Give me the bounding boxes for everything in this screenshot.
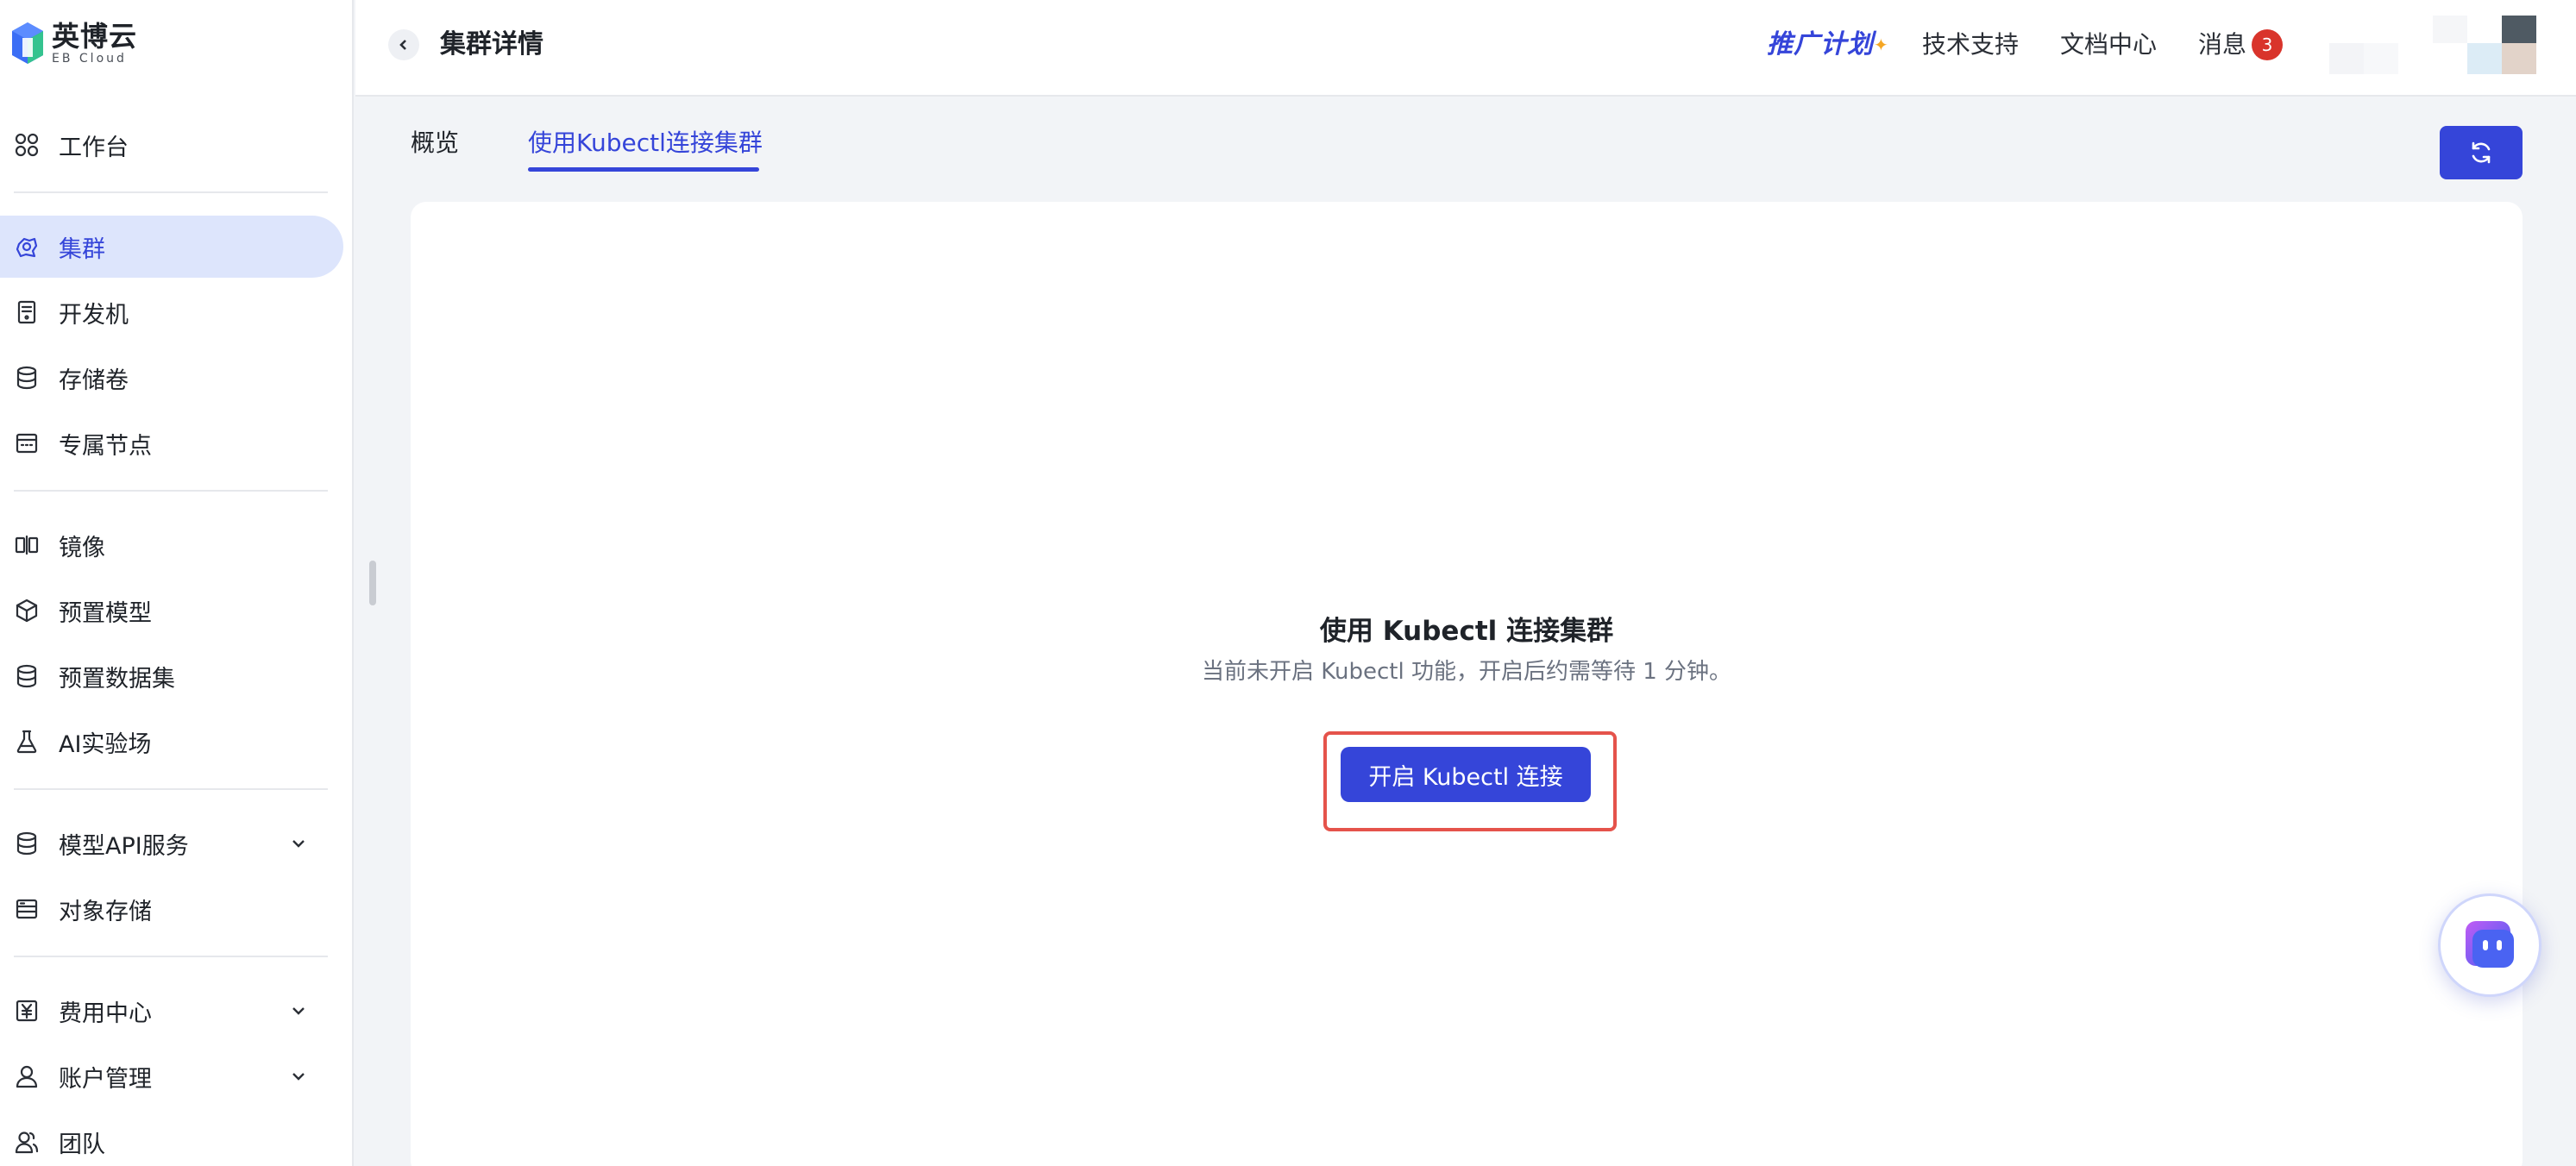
top-header: 集群详情 推广计划✦ 技术支持 文档中心 消息 3	[355, 0, 2576, 97]
refresh-button[interactable]	[2440, 126, 2523, 179]
avatar[interactable]	[2329, 16, 2536, 74]
sidebar-item-label: 专属节点	[59, 432, 152, 460]
empty-state-title: 使用 Kubectl 连接集群	[1319, 616, 1614, 647]
sidebar-item-label: 镜像	[59, 534, 105, 561]
sidebar-item-workbench[interactable]: 工作台	[0, 114, 343, 176]
sidebar-item-account[interactable]: 账户管理	[0, 1045, 343, 1107]
messages-link[interactable]: 消息	[2198, 26, 2246, 64]
avatar-pixel	[2502, 43, 2536, 74]
mirror-icon	[12, 530, 41, 560]
flask-icon	[12, 727, 41, 756]
logo[interactable]: 英博云 EB Cloud	[10, 19, 137, 67]
sidebar-item-volume[interactable]: 存储卷	[0, 347, 343, 409]
sidebar-item-label: 团队	[59, 1131, 105, 1158]
back-button[interactable]	[388, 29, 419, 60]
team-icon	[12, 1127, 41, 1157]
tab-overview[interactable]: 概览	[411, 126, 459, 160]
sidebar-item-label: 对象存储	[59, 898, 152, 925]
promo-label: 推广计划	[1767, 29, 1874, 60]
cluster-icon	[12, 232, 41, 261]
sidebar-item-label: 账户管理	[59, 1065, 152, 1093]
sidebar-divider	[14, 490, 328, 492]
database-icon	[12, 363, 41, 392]
sidebar-divider	[14, 191, 328, 193]
sidebar-item-dedicated-node[interactable]: 专属节点	[0, 412, 343, 474]
cube-icon	[12, 596, 41, 625]
promo-link[interactable]: 推广计划✦	[1767, 26, 1889, 64]
sparkle-icon: ✦	[1874, 34, 1889, 55]
sidebar-item-label: 开发机	[59, 301, 129, 329]
main-card: 使用 Kubectl 连接集群 当前未开启 Kubectl 功能，开启后约需等待…	[411, 202, 2523, 1166]
logo-icon	[12, 22, 43, 64]
avatar-pixel	[2502, 16, 2536, 43]
avatar-pixel	[2364, 43, 2398, 74]
sidebar-item-devbox[interactable]: 开发机	[0, 281, 343, 343]
sidebar-item-label: 集群	[59, 235, 105, 263]
avatar-pixel	[2467, 43, 2502, 74]
robot-icon	[2466, 921, 2514, 968]
logo-name-en: EB Cloud	[52, 52, 127, 66]
sidebar-item-billing[interactable]: 费用中心	[0, 980, 343, 1042]
sidebar-item-model-api[interactable]: 模型API服务	[0, 812, 343, 874]
sidebar-item-preset-model[interactable]: 预置模型	[0, 580, 343, 642]
sidebar-item-image[interactable]: 镜像	[0, 514, 343, 576]
active-tab-indicator	[528, 167, 759, 172]
refresh-icon	[2472, 141, 2491, 164]
sidebar-divider	[14, 956, 328, 957]
sidebar-item-label: 费用中心	[59, 1000, 152, 1027]
api-icon	[12, 829, 41, 858]
sidebar-item-cluster[interactable]: 集群	[0, 216, 343, 278]
logo-name-cn: 英博云	[52, 20, 138, 53]
user-icon	[12, 1062, 41, 1091]
dataset-icon	[12, 661, 41, 691]
message-count-badge: 3	[2252, 29, 2283, 60]
sidebar-item-label: 预置数据集	[59, 665, 175, 693]
docs-center-link[interactable]: 文档中心	[2060, 26, 2157, 64]
sidebar-item-team[interactable]: 团队	[0, 1111, 343, 1166]
sidebar-item-label: AI实验场	[59, 730, 152, 758]
ai-assistant-button[interactable]	[2438, 893, 2541, 997]
device-icon	[12, 298, 41, 327]
node-icon	[12, 429, 41, 458]
chevron-down-icon[interactable]	[288, 1066, 309, 1087]
sidebar-item-ai-lab[interactable]: AI实验场	[0, 711, 343, 773]
chevron-down-icon[interactable]	[288, 1000, 309, 1021]
grid-icon	[12, 130, 41, 160]
sidebar-item-object-storage[interactable]: 对象存储	[0, 878, 343, 940]
tech-support-link[interactable]: 技术支持	[1922, 26, 2019, 64]
chevron-down-icon[interactable]	[288, 833, 309, 854]
sidebar-divider	[14, 788, 328, 790]
sidebar-item-label: 存储卷	[59, 367, 129, 394]
enable-kubectl-button[interactable]: 开启 Kubectl 连接	[1341, 747, 1591, 802]
page-title: 集群详情	[440, 29, 543, 60]
sidebar-item-label: 工作台	[59, 134, 129, 161]
sidebar-item-label: 模型API服务	[59, 832, 189, 860]
avatar-pixel	[2433, 16, 2467, 43]
sidebar-resize-handle[interactable]	[369, 561, 376, 605]
tab-kubectl[interactable]: 使用Kubectl连接集群	[528, 126, 763, 160]
sidebar: 英博云 EB Cloud 工作台 集群 开发机 存储卷 专属节点 镜像 预置模型…	[0, 0, 354, 1166]
empty-state-description: 当前未开启 Kubectl 功能，开启后约需等待 1 分钟。	[1201, 659, 1732, 685]
sidebar-item-preset-dataset[interactable]: 预置数据集	[0, 645, 343, 707]
sidebar-item-label: 预置模型	[59, 599, 152, 627]
avatar-pixel	[2329, 43, 2364, 74]
yen-icon	[12, 996, 41, 1025]
chevron-left-icon	[399, 40, 406, 50]
bucket-icon	[12, 894, 41, 924]
